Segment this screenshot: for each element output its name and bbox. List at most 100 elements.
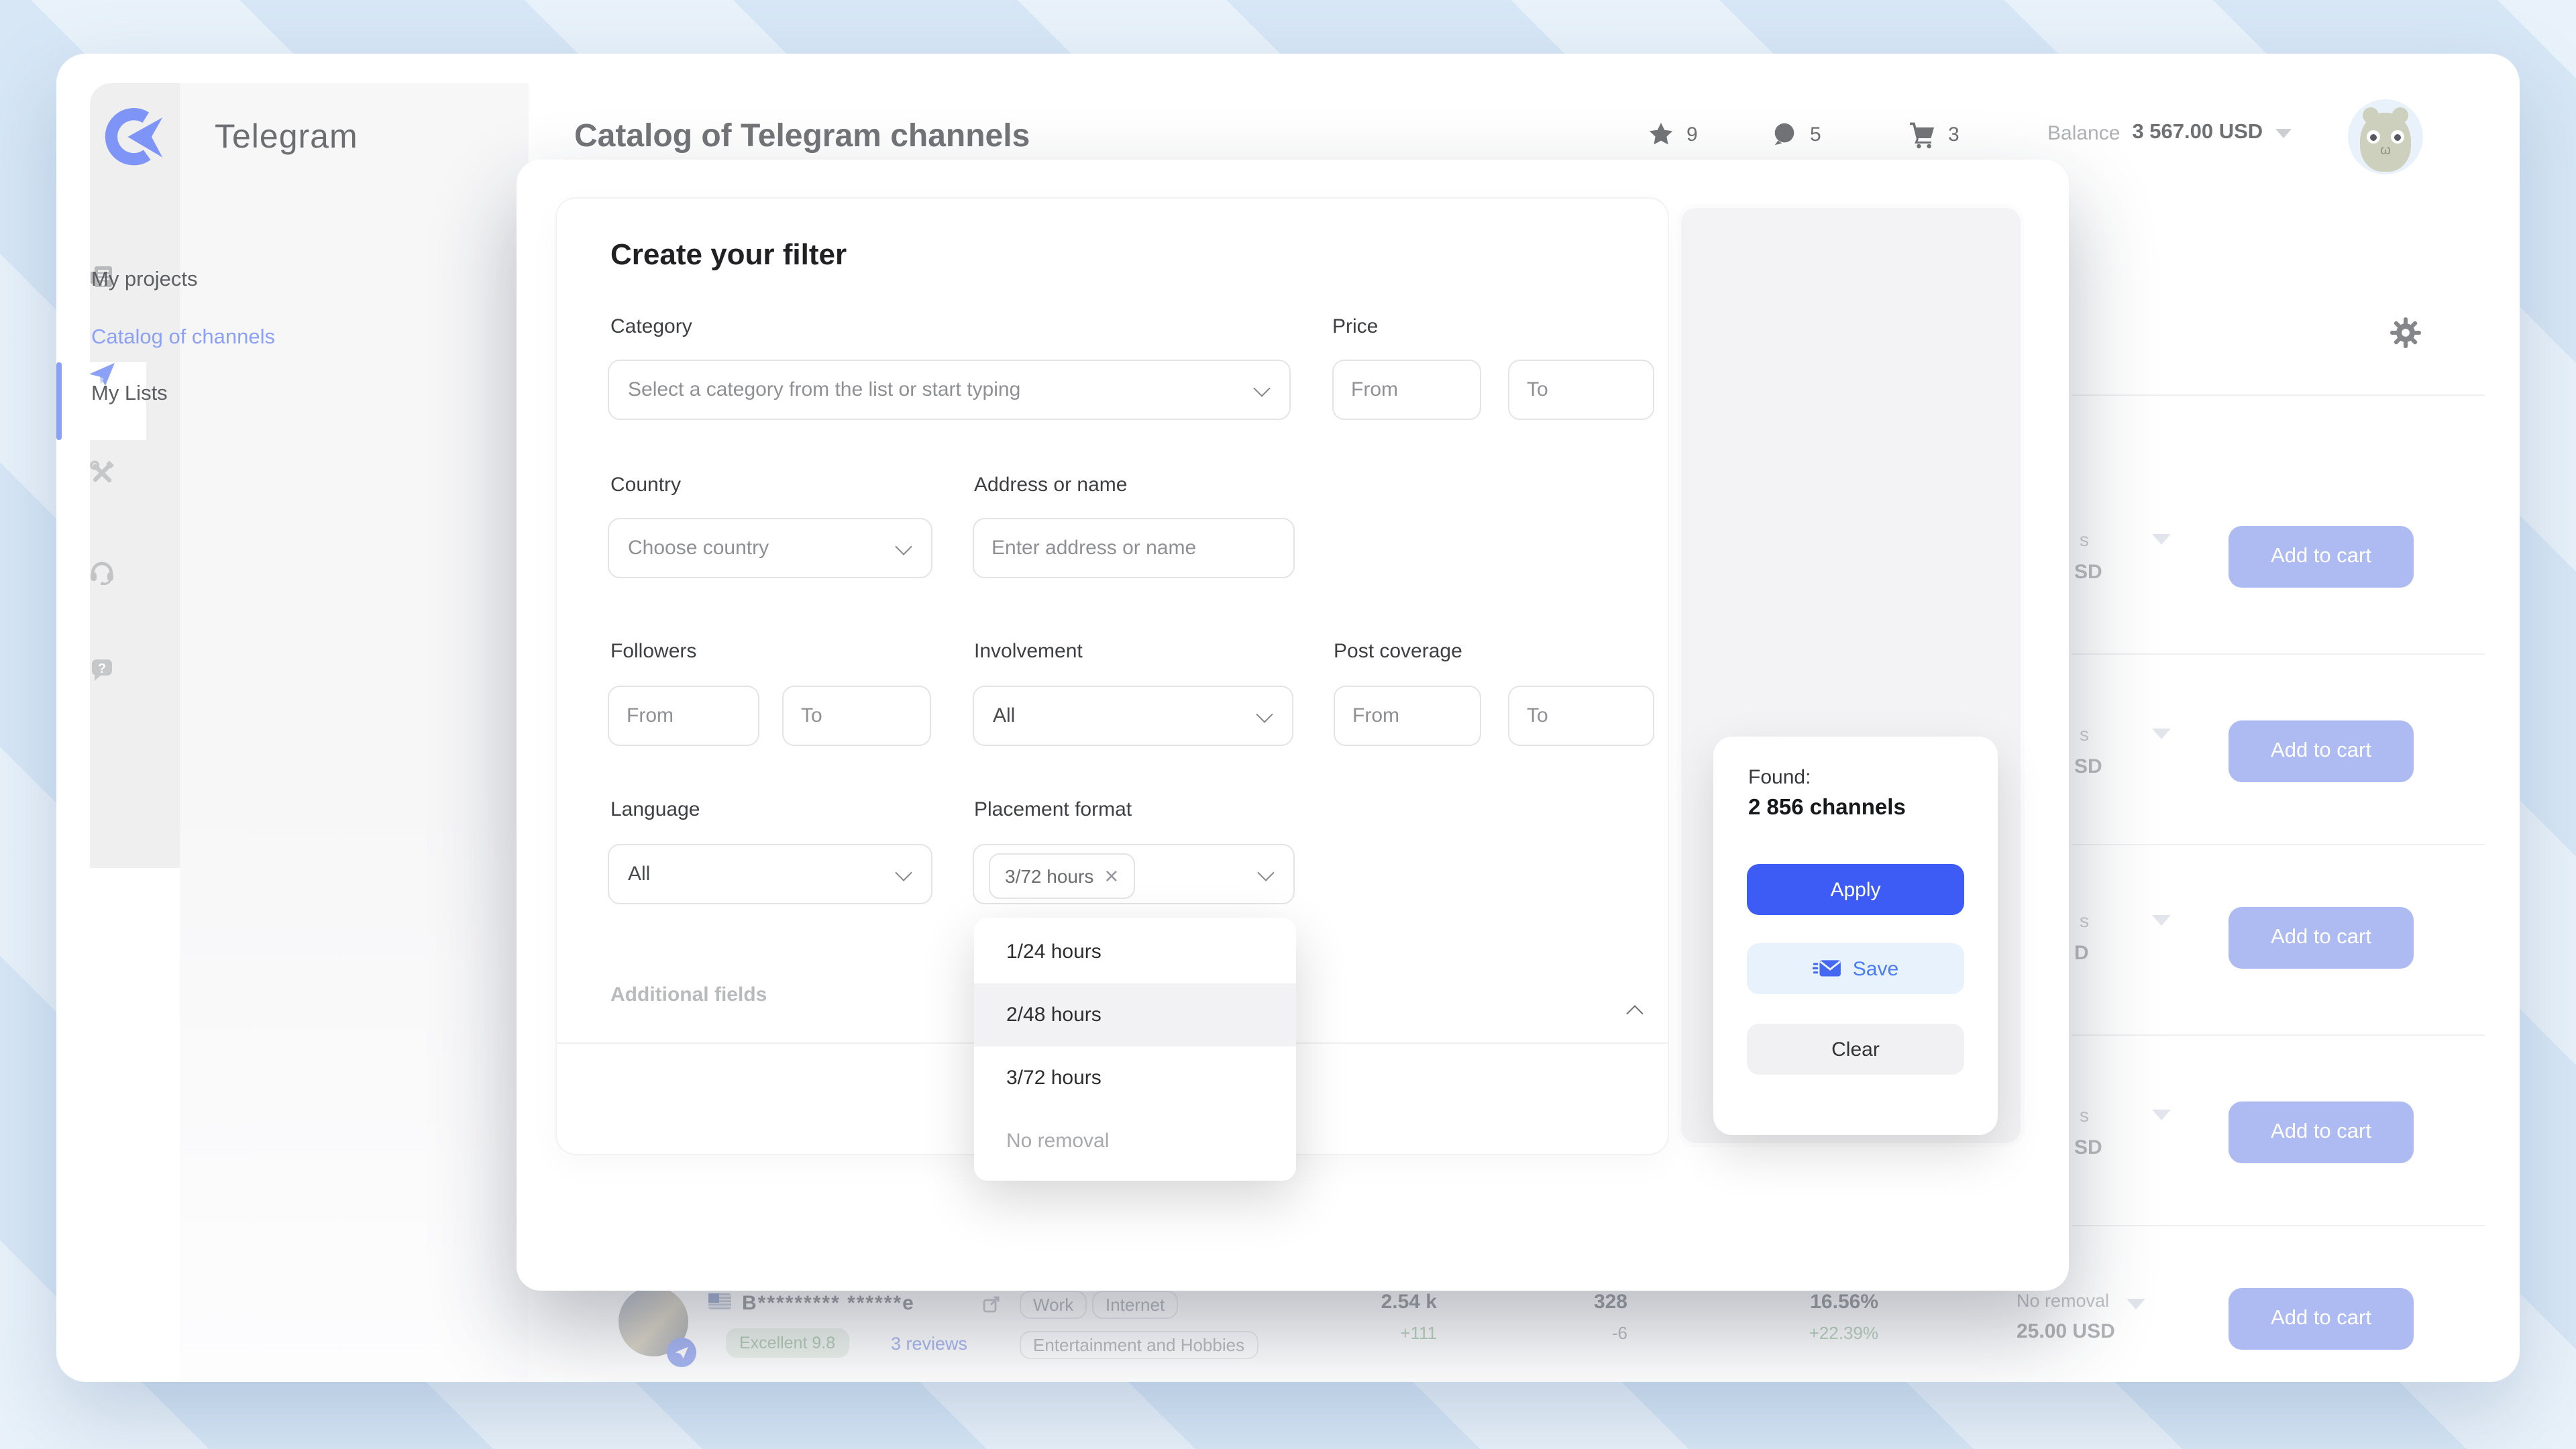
table-row: s SD Add to cart bbox=[2072, 1102, 2485, 1195]
tools-icon[interactable] bbox=[56, 459, 146, 486]
clear-button[interactable]: Clear bbox=[1747, 1024, 1964, 1075]
coverage-delta: +22.39% bbox=[1744, 1323, 1878, 1343]
send-mail-icon bbox=[1813, 958, 1842, 979]
country-flag-icon bbox=[708, 1293, 731, 1309]
sidebar-item-my-projects[interactable]: My projects bbox=[91, 268, 198, 292]
app-window: Telegram bbox=[56, 54, 2520, 1382]
row-divider bbox=[2072, 1225, 2485, 1226]
chevron-down-icon[interactable] bbox=[2127, 1299, 2145, 1309]
followers-label: Followers bbox=[610, 640, 696, 663]
row-divider bbox=[2072, 653, 2485, 655]
dropdown-option-2-48[interactable]: 2/48 hours bbox=[974, 983, 1296, 1046]
chat-icon bbox=[1771, 121, 1798, 148]
apply-button[interactable]: Apply bbox=[1747, 864, 1964, 915]
add-to-cart-button[interactable]: Add to cart bbox=[2229, 907, 2414, 969]
chevron-down-icon[interactable] bbox=[2152, 729, 2171, 739]
chevron-down-icon bbox=[2275, 128, 2291, 138]
results-panel: Found: 2 856 channels Apply Save Clear bbox=[1713, 737, 1998, 1135]
country-label: Country bbox=[610, 474, 681, 496]
price-from-input[interactable] bbox=[1332, 360, 1481, 420]
placement-format-dropdown: 1/24 hours 2/48 hours 3/72 hours No remo… bbox=[974, 918, 1296, 1181]
involvement-select[interactable]: All bbox=[973, 686, 1293, 746]
followers-value: 2.54 k bbox=[1303, 1291, 1437, 1313]
help-icon[interactable]: ? bbox=[56, 656, 146, 683]
post-coverage-label: Post coverage bbox=[1334, 640, 1462, 663]
save-button-label: Save bbox=[1853, 957, 1898, 980]
language-select[interactable]: All bbox=[608, 844, 932, 904]
favorites-counter[interactable]: 9 bbox=[1648, 121, 1698, 148]
coverage-value: 16.56% bbox=[1744, 1291, 1878, 1313]
post-coverage-from-input[interactable] bbox=[1334, 686, 1481, 746]
category-label: Category bbox=[610, 315, 692, 338]
chevron-down-icon bbox=[1257, 864, 1274, 881]
address-input[interactable] bbox=[973, 518, 1295, 578]
price-fragment: SD bbox=[2074, 1136, 2102, 1159]
row-divider bbox=[2072, 1034, 2485, 1036]
address-label: Address or name bbox=[974, 474, 1127, 496]
er-delta: -6 bbox=[1493, 1323, 1627, 1343]
svg-text:?: ? bbox=[97, 661, 105, 676]
messages-counter[interactable]: 5 bbox=[1771, 121, 1821, 148]
additional-fields-label: Additional fields bbox=[610, 983, 767, 1006]
followers-to-input[interactable] bbox=[782, 686, 931, 746]
cart-counter[interactable]: 3 bbox=[1908, 121, 1960, 149]
app-logo[interactable] bbox=[103, 106, 165, 168]
add-to-cart-button[interactable]: Add to cart bbox=[2229, 720, 2414, 782]
selected-format-chip: 3/72 hours × bbox=[989, 853, 1134, 899]
external-link-icon[interactable] bbox=[982, 1295, 1001, 1320]
avatar-monster: ω bbox=[2360, 113, 2411, 172]
chevron-down-icon[interactable] bbox=[2152, 534, 2171, 545]
page-title: Catalog of Telegram channels bbox=[574, 118, 1030, 156]
modal-title: Create your filter bbox=[610, 237, 847, 272]
language-value: All bbox=[628, 863, 650, 885]
support-icon[interactable] bbox=[56, 558, 146, 585]
price-to-input[interactable] bbox=[1508, 360, 1654, 420]
user-avatar[interactable]: ω bbox=[2348, 99, 2423, 174]
dropdown-option-3-72[interactable]: 3/72 hours bbox=[974, 1046, 1296, 1110]
placement-format-select[interactable]: 3/72 hours × bbox=[973, 844, 1295, 904]
price-fragment: D bbox=[2074, 942, 2089, 965]
sidebar-item-my-lists[interactable]: My Lists bbox=[91, 382, 168, 407]
chip-label: 3/72 hours bbox=[1005, 865, 1093, 887]
table-row: s D Add to cart bbox=[2072, 907, 2485, 1001]
remove-chip-icon[interactable]: × bbox=[1104, 864, 1118, 888]
price-value: 25.00 USD bbox=[2017, 1320, 2115, 1343]
found-label: Found: bbox=[1748, 766, 1811, 789]
chevron-down-icon[interactable] bbox=[2152, 1110, 2171, 1120]
dropdown-option-no-removal[interactable]: No removal bbox=[974, 1110, 1296, 1173]
sidebar-item-catalog-of-channels[interactable]: Catalog of channels bbox=[91, 326, 275, 350]
format-fragment: s bbox=[2080, 723, 2089, 745]
chevron-down-icon bbox=[1253, 380, 1270, 396]
followers-from-input[interactable] bbox=[608, 686, 759, 746]
channel-name[interactable]: B********* ******e bbox=[742, 1292, 915, 1315]
category-select[interactable]: Select a category from the list or start… bbox=[608, 360, 1291, 420]
add-to-cart-button[interactable]: Add to cart bbox=[2229, 526, 2414, 588]
table-row: s SD Add to cart bbox=[2072, 720, 2485, 814]
followers-delta: +111 bbox=[1303, 1323, 1437, 1343]
chevron-down-icon[interactable] bbox=[2152, 915, 2171, 926]
table-settings-gear-icon[interactable] bbox=[2390, 317, 2422, 349]
collapse-section-button[interactable] bbox=[1622, 981, 1649, 1008]
er-value: 328 bbox=[1493, 1291, 1627, 1313]
reviews-link[interactable]: 3 reviews bbox=[891, 1334, 967, 1354]
post-coverage-to-input[interactable] bbox=[1508, 686, 1654, 746]
balance-value: 3 567.00 USD bbox=[2132, 121, 2263, 145]
save-button[interactable]: Save bbox=[1747, 943, 1964, 994]
country-select[interactable]: Choose country bbox=[608, 518, 932, 578]
price-fragment: SD bbox=[2074, 561, 2102, 584]
add-to-cart-button[interactable]: Add to cart bbox=[2229, 1288, 2414, 1350]
telegram-badge-icon bbox=[667, 1338, 696, 1367]
language-label: Language bbox=[610, 798, 700, 821]
balance-label: Balance bbox=[2047, 121, 2120, 144]
logo-icon bbox=[103, 106, 165, 168]
chevron-down-icon bbox=[895, 864, 912, 881]
dropdown-option-1-24[interactable]: 1/24 hours bbox=[974, 920, 1296, 983]
filter-modal: Create your filter Category Select a cat… bbox=[517, 160, 2069, 1291]
row-divider bbox=[2072, 844, 2485, 845]
star-icon bbox=[1648, 121, 1674, 148]
balance-widget[interactable]: Balance 3 567.00 USD bbox=[2047, 121, 2291, 145]
format-fragment: s bbox=[2080, 1104, 2089, 1126]
add-to-cart-button[interactable]: Add to cart bbox=[2229, 1102, 2414, 1163]
placement-format-value: No removal bbox=[2017, 1291, 2109, 1311]
sidebar-menu-panel bbox=[180, 83, 529, 1382]
